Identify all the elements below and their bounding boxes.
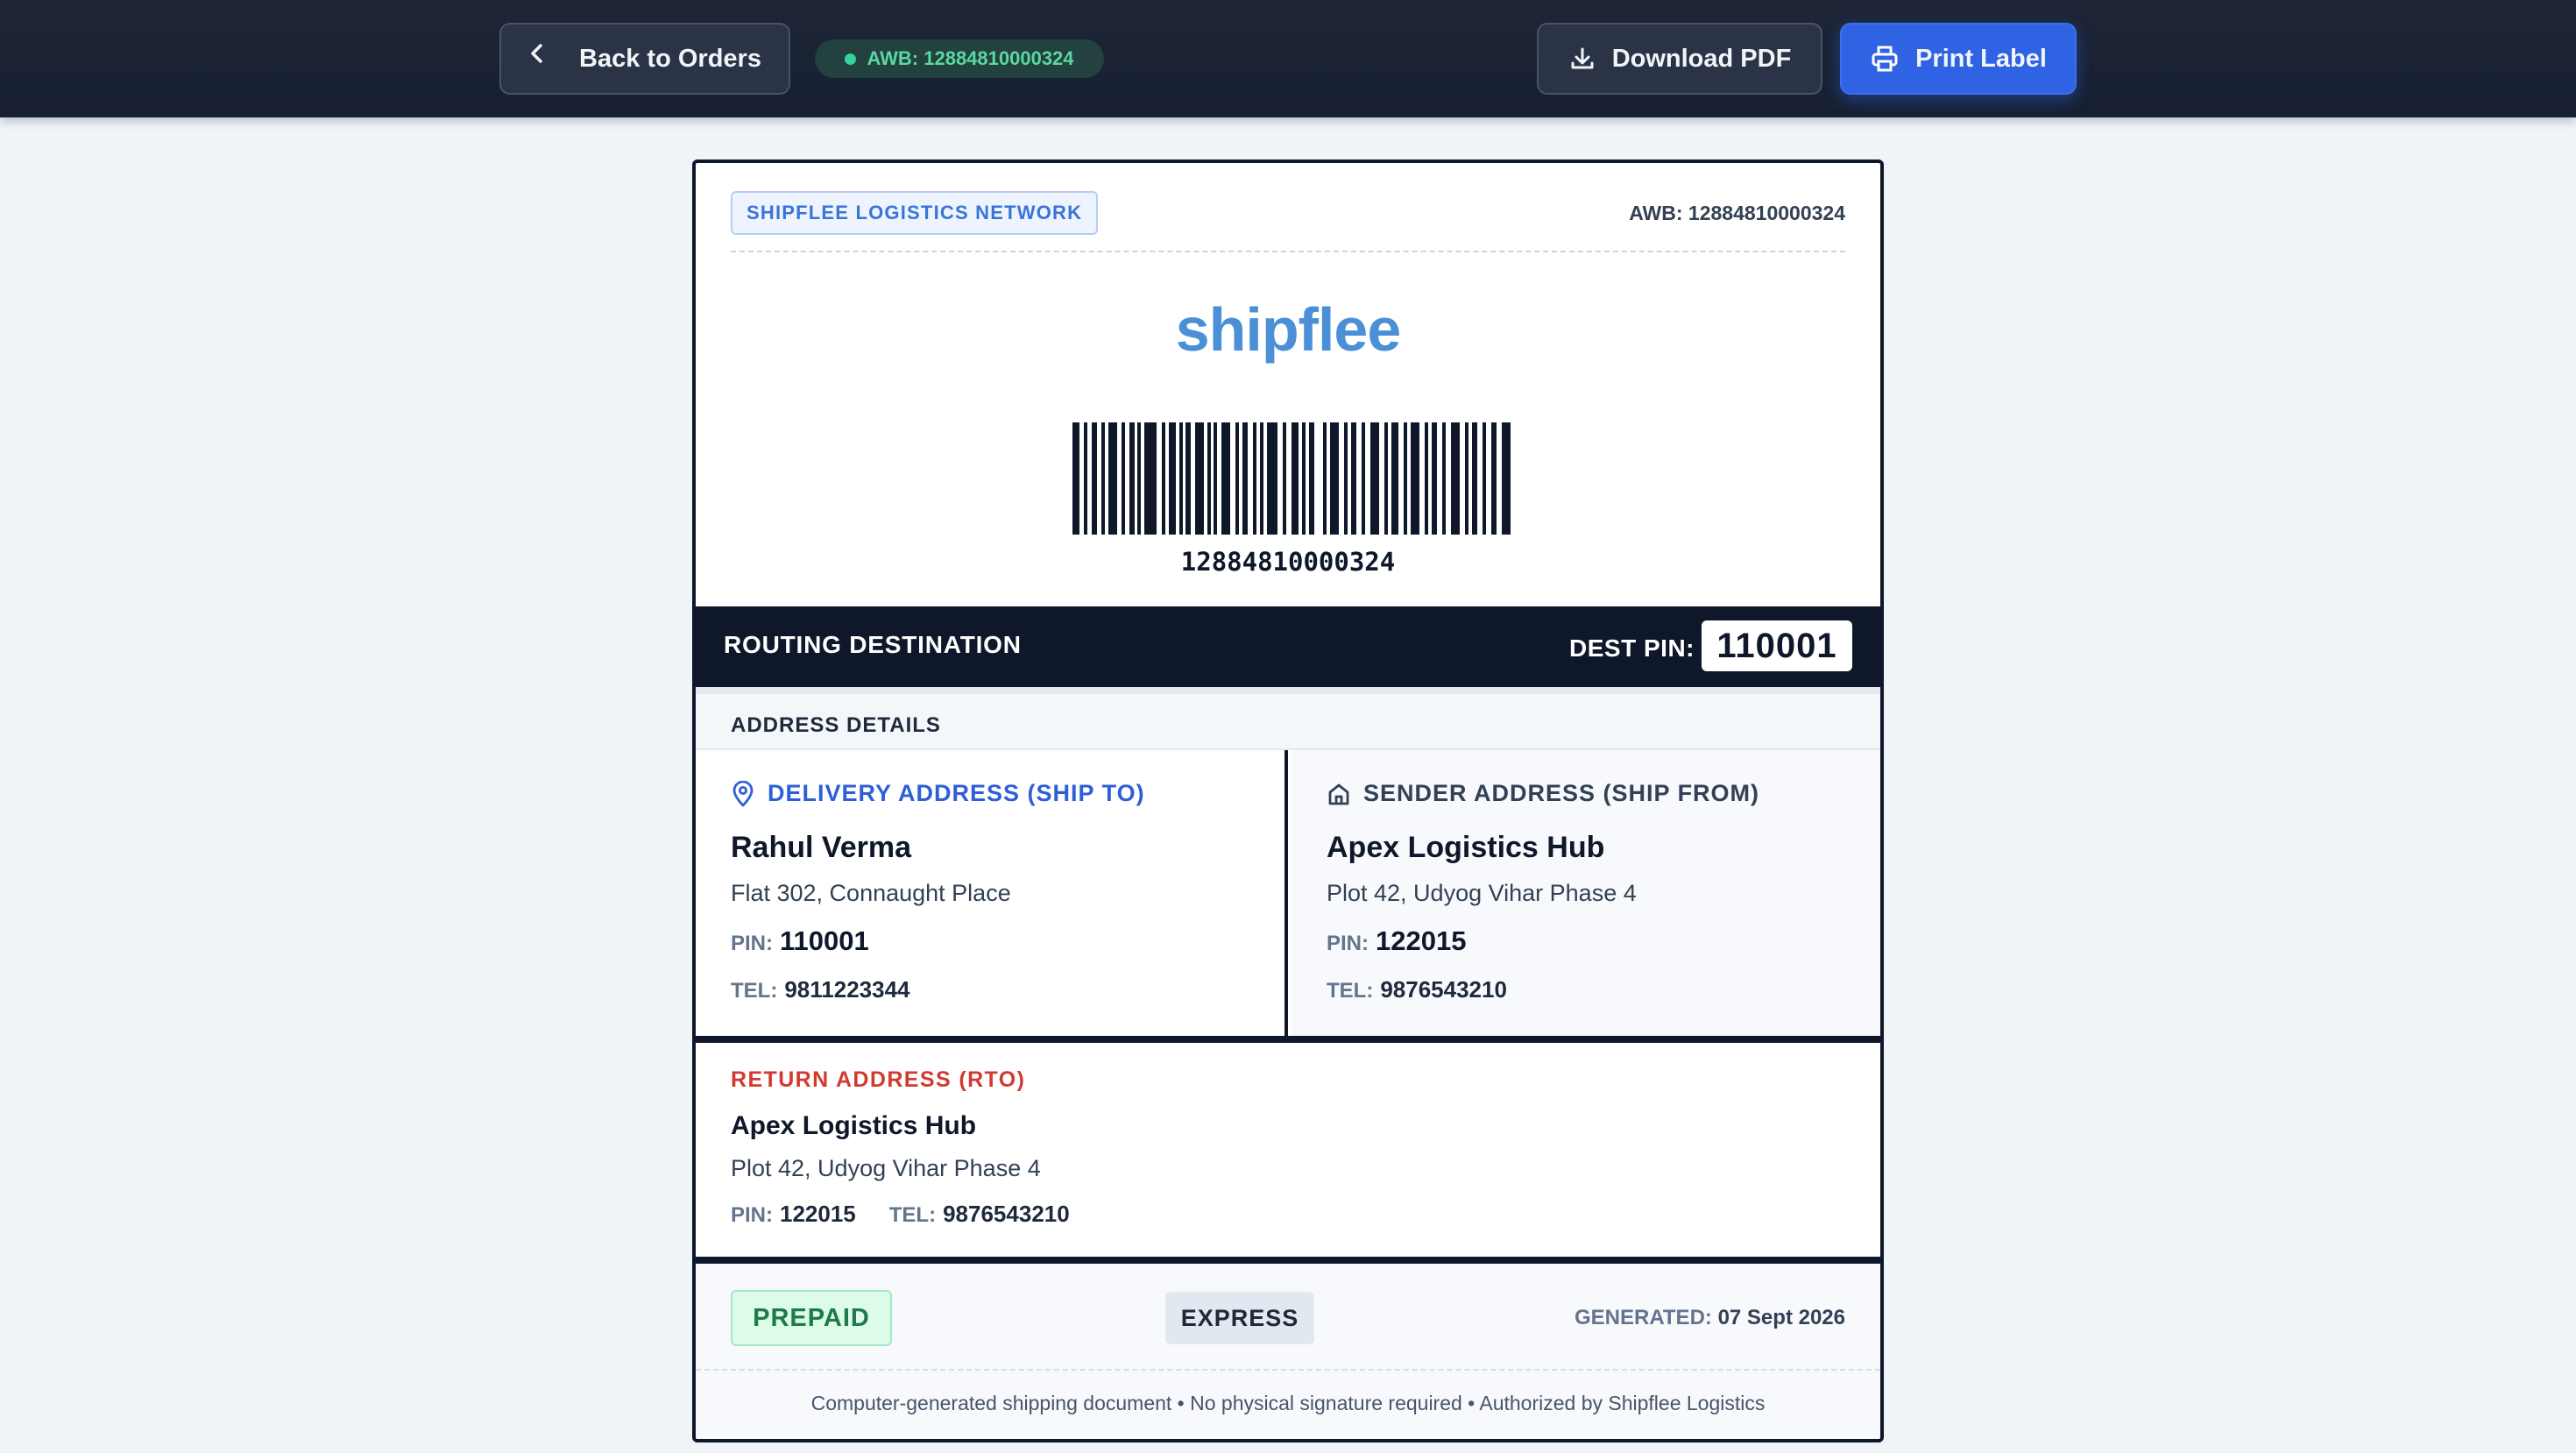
download-pdf-button[interactable]: Download PDF bbox=[1537, 23, 1822, 95]
payment-badge: PREPAID bbox=[731, 1290, 892, 1346]
print-label-text: Print Label bbox=[1915, 44, 2047, 73]
sender-pin-label: PIN: bbox=[1327, 932, 1369, 955]
sender-address-title: SENDER ADDRESS (SHIP FROM) bbox=[1363, 780, 1760, 806]
address-details-title: ADDRESS DETAILS bbox=[731, 713, 941, 737]
return-name: Apex Logistics Hub bbox=[731, 1111, 977, 1140]
label-footer: PREPAID EXPRESS GENERATED: 07 Sept 2026 … bbox=[696, 1257, 1880, 1439]
sender-pin-row: PIN: 122015 bbox=[1327, 925, 1466, 957]
awb-number-header: AWB: 12884810000324 bbox=[1629, 202, 1845, 224]
recipient-name: Rahul Verma bbox=[731, 831, 911, 864]
sender-address-panel: SENDER ADDRESS (SHIP FROM) Apex Logistic… bbox=[1292, 750, 1880, 1036]
awb-status-text: AWB: 12884810000324 bbox=[867, 47, 1074, 69]
top-toolbar: Back to Orders AWB: 12884810000324 Downl… bbox=[0, 0, 2576, 117]
print-label-button[interactable]: Print Label bbox=[1840, 23, 2077, 95]
recipient-pin-row: PIN: 110001 bbox=[731, 925, 869, 957]
dest-pin-value: 110001 bbox=[1702, 620, 1852, 671]
printer-icon bbox=[1872, 46, 1898, 72]
header-divider bbox=[731, 251, 1845, 252]
shipping-label: SHIPFLEE LOGISTICS NETWORK AWB: 12884810… bbox=[692, 159, 1884, 1442]
sender-tel: 9876543210 bbox=[1380, 976, 1507, 1003]
status-dot-icon bbox=[845, 53, 857, 65]
recipient-pin: 110001 bbox=[780, 925, 869, 956]
return-pin: 122015 bbox=[780, 1201, 856, 1227]
network-badge: SHIPFLEE LOGISTICS NETWORK bbox=[731, 191, 1099, 235]
sender-address-title-row: SENDER ADDRESS (SHIP FROM) bbox=[1327, 780, 1759, 807]
download-pdf-label: Download PDF bbox=[1611, 44, 1792, 73]
delivery-address-title-row: DELIVERY ADDRESS (SHIP TO) bbox=[731, 780, 1145, 807]
return-pin-label: PIN: bbox=[731, 1203, 773, 1227]
barcode bbox=[1072, 422, 1511, 535]
barcode-number: 12884810000324 bbox=[1180, 547, 1396, 577]
recipient-tel-row: TEL: 9811223344 bbox=[731, 976, 910, 1003]
sender-tel-label: TEL: bbox=[1327, 979, 1374, 1003]
recipient-tel-label: TEL: bbox=[731, 979, 778, 1003]
routing-destination-bar: ROUTING DESTINATION DEST PIN: 110001 bbox=[696, 606, 1880, 687]
generated-date-value: 07 Sept 2026 bbox=[1717, 1306, 1845, 1329]
sender-name: Apex Logistics Hub bbox=[1327, 831, 1605, 864]
sender-address-line: Plot 42, Udyog Vihar Phase 4 bbox=[1327, 880, 1637, 906]
awb-status-badge: AWB: 12884810000324 bbox=[815, 39, 1104, 78]
fine-print: Computer-generated shipping document • N… bbox=[810, 1392, 1766, 1414]
back-to-orders-button[interactable]: Back to Orders bbox=[499, 23, 790, 95]
dest-pin-label: DEST PIN: bbox=[1569, 634, 1695, 662]
download-icon bbox=[1571, 47, 1594, 69]
routing-title: ROUTING DESTINATION bbox=[724, 631, 1022, 658]
return-tel-label: TEL: bbox=[888, 1203, 937, 1227]
shipflee-logo: shipflee bbox=[1175, 295, 1402, 364]
return-address-title: RETURN ADDRESS (RTO) bbox=[731, 1067, 1026, 1092]
recipient-address-line: Flat 302, Connaught Place bbox=[731, 880, 1011, 906]
service-badge: EXPRESS bbox=[1165, 1292, 1314, 1344]
back-to-orders-label: Back to Orders bbox=[579, 44, 761, 73]
sender-pin: 122015 bbox=[1376, 925, 1467, 956]
delivery-address-panel: DELIVERY ADDRESS (SHIP TO) Rahul Verma F… bbox=[696, 750, 1288, 1036]
chevron-left-icon bbox=[528, 41, 562, 73]
recipient-tel: 9811223344 bbox=[784, 976, 910, 1003]
return-tel: 9876543210 bbox=[943, 1201, 1070, 1227]
map-pin-icon bbox=[732, 780, 754, 806]
return-address-line: Plot 42, Udyog Vihar Phase 4 bbox=[731, 1155, 1041, 1181]
generated-label: GENERATED: bbox=[1575, 1306, 1718, 1329]
recipient-pin-label: PIN: bbox=[731, 932, 773, 955]
home-icon bbox=[1328, 783, 1349, 804]
generated-date: GENERATED: 07 Sept 2026 bbox=[1575, 1306, 1845, 1330]
address-details-header: ADDRESS DETAILS bbox=[696, 687, 1880, 750]
return-contact-row: PIN: 122015 TEL: 9876543210 bbox=[731, 1201, 1103, 1228]
footer-divider bbox=[696, 1369, 1880, 1371]
sender-tel-row: TEL: 9876543210 bbox=[1327, 976, 1507, 1003]
delivery-address-title: DELIVERY ADDRESS (SHIP TO) bbox=[768, 780, 1145, 806]
return-address-panel: RETURN ADDRESS (RTO) Apex Logistics Hub … bbox=[696, 1036, 1880, 1257]
